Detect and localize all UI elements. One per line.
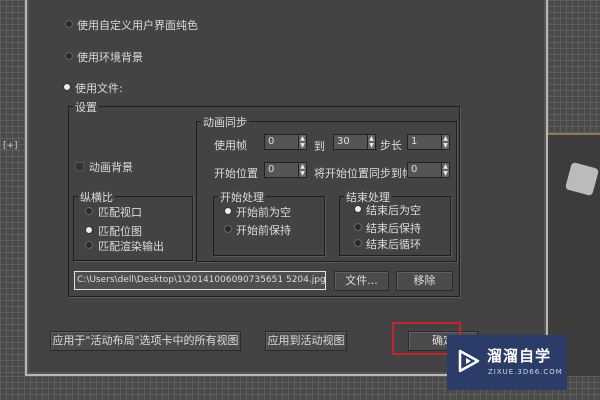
aspect-group: 纵横比 匹配视口 匹配位图 匹配渲染输出 bbox=[73, 189, 193, 261]
radio-environment[interactable] bbox=[65, 52, 73, 60]
use-frame-label: 使用帧 bbox=[214, 139, 247, 152]
spinner-arrows-icon[interactable]: ▲ ▼ bbox=[298, 162, 307, 178]
radio-use-file-label: 使用文件: bbox=[75, 82, 123, 95]
start-pos-value: 0 bbox=[268, 164, 275, 175]
spinner-arrows-icon[interactable]: ▲ ▼ bbox=[441, 134, 450, 150]
animate-background-checkbox[interactable] bbox=[75, 162, 84, 171]
spinner-arrows-icon[interactable]: ▲ ▼ bbox=[441, 162, 450, 178]
step-spinner[interactable]: 1 ▲ ▼ bbox=[407, 134, 450, 150]
settings-group: 设置 动画背景 纵横比 匹配视口 匹配位图 匹配渲染输出 动画同步 使用帧 0 ▲… bbox=[68, 99, 460, 297]
remove-button[interactable]: 移除 bbox=[396, 271, 453, 291]
start-processing-title: 开始处理 bbox=[218, 189, 266, 205]
start-pos-label: 开始位置 bbox=[214, 167, 258, 180]
animate-background-label: 动画背景 bbox=[89, 161, 133, 174]
start-hold-label: 开始前保持 bbox=[236, 224, 291, 237]
end-processing-group: 结束处理 结束后为空 结束后保持 结束后循环 bbox=[339, 189, 451, 256]
spinner-arrows-icon[interactable]: ▲ ▼ bbox=[367, 134, 376, 150]
radio-custom-color-label: 使用自定义用户界面纯色 bbox=[77, 19, 198, 32]
aspect-match-render-radio[interactable] bbox=[85, 241, 93, 249]
viewport-label[interactable]: [+] bbox=[3, 141, 18, 151]
anim-sync-title: 动画同步 bbox=[201, 114, 249, 130]
end-blank-radio[interactable] bbox=[354, 205, 362, 213]
apply-all-views-button[interactable]: 应用于"活动布局"选项卡中的所有视图 bbox=[50, 331, 241, 351]
apply-active-view-button[interactable]: 应用到活动视图 bbox=[265, 331, 347, 351]
step-label: 步长 bbox=[380, 139, 402, 152]
radio-environment-label: 使用环境背景 bbox=[77, 51, 143, 64]
end-blank-label: 结束后为空 bbox=[366, 204, 421, 217]
watermark-url: ZIXUE.3D66.COM bbox=[488, 368, 563, 376]
aspect-match-bitmap-label: 匹配位图 bbox=[98, 225, 142, 238]
sync-frame-spinner[interactable]: 0 ▲ ▼ bbox=[407, 162, 450, 178]
aspect-title: 纵横比 bbox=[78, 189, 115, 205]
viewport-background-dialog: 使用自定义用户界面纯色 使用环境背景 使用文件: 设置 动画背景 纵横比 匹配视… bbox=[25, 0, 548, 376]
end-loop-label: 结束后循环 bbox=[366, 238, 421, 251]
start-blank-label: 开始前为空 bbox=[236, 206, 291, 219]
radio-use-file[interactable] bbox=[63, 83, 71, 91]
start-processing-group: 开始处理 开始前为空 开始前保持 bbox=[213, 189, 325, 256]
file-path-field[interactable]: C:\Users\dell\Desktop\1\2014100609073565… bbox=[74, 271, 326, 290]
to-label: 到 bbox=[314, 140, 325, 153]
use-frame-to-spinner[interactable]: 30 ▲ ▼ bbox=[333, 134, 376, 150]
use-frame-from-value: 0 bbox=[268, 136, 275, 147]
start-blank-radio[interactable] bbox=[224, 207, 232, 215]
watermark: 溜溜自学 ZIXUE.3D66.COM bbox=[447, 335, 567, 390]
anim-sync-group: 动画同步 使用帧 0 ▲ ▼ 到 30 ▲ ▼ 步长 1 ▲ ▼ 开始位置 0 ▲ ▼ 将开始位… bbox=[196, 114, 457, 262]
watermark-name: 溜溜自学 bbox=[487, 347, 552, 365]
left-viewport[interactable] bbox=[0, 0, 25, 400]
aspect-match-viewport-label: 匹配视口 bbox=[98, 206, 142, 219]
step-value: 1 bbox=[411, 136, 418, 147]
use-frame-from-spinner[interactable]: 0 ▲ ▼ bbox=[264, 134, 307, 150]
file-button[interactable]: 文件... bbox=[334, 271, 389, 291]
aspect-match-bitmap-radio[interactable] bbox=[85, 226, 93, 234]
sync-frame-value: 0 bbox=[411, 164, 418, 175]
settings-title: 设置 bbox=[73, 99, 99, 115]
start-hold-radio[interactable] bbox=[224, 225, 232, 233]
end-loop-radio[interactable] bbox=[354, 239, 362, 247]
use-frame-to-value: 30 bbox=[337, 136, 350, 147]
play-logo-icon bbox=[458, 349, 480, 373]
spinner-arrows-icon[interactable]: ▲ ▼ bbox=[298, 134, 307, 150]
end-hold-radio[interactable] bbox=[354, 223, 362, 231]
end-hold-label: 结束后保持 bbox=[366, 222, 421, 235]
aspect-match-viewport-radio[interactable] bbox=[85, 207, 93, 215]
aspect-match-render-label: 匹配渲染输出 bbox=[98, 240, 164, 253]
sync-label: 将开始位置同步到帧 bbox=[314, 167, 413, 180]
start-pos-spinner[interactable]: 0 ▲ ▼ bbox=[264, 162, 307, 178]
radio-custom-color[interactable] bbox=[65, 20, 73, 28]
